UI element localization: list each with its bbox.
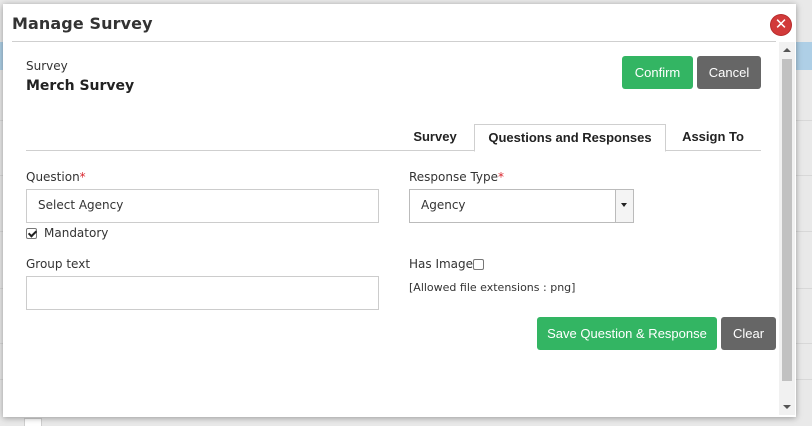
question-label: Question* xyxy=(26,170,86,184)
modal-title: Manage Survey xyxy=(12,14,153,33)
tab-assign-to[interactable]: Assign To xyxy=(673,124,753,150)
survey-caption: Survey xyxy=(26,59,68,73)
save-question-response-button[interactable]: Save Question & Response xyxy=(537,317,717,350)
tab-questions-and-responses[interactable]: Questions and Responses xyxy=(474,124,666,152)
question-label-text: Question xyxy=(26,170,80,184)
chevron-down-icon[interactable] xyxy=(615,190,633,222)
mandatory-label: Mandatory xyxy=(44,226,109,240)
group-text-label: Group text xyxy=(26,257,91,271)
manage-survey-modal: Manage Survey ✕ Survey Merch Survey Conf… xyxy=(3,4,796,417)
scroll-down-arrow-icon[interactable] xyxy=(783,405,791,409)
question-input[interactable]: Select Agency xyxy=(26,189,379,223)
close-icon[interactable]: ✕ xyxy=(771,15,791,35)
confirm-button[interactable]: Confirm xyxy=(622,56,693,89)
allowed-extensions-note: [Allowed file extensions : png] xyxy=(409,281,576,294)
mandatory-checkbox[interactable] xyxy=(26,228,37,239)
modal-scrollbar[interactable] xyxy=(779,42,795,415)
has-image-checkbox[interactable] xyxy=(473,259,484,270)
required-marker: * xyxy=(498,170,505,184)
response-type-label-text: Response Type xyxy=(409,170,499,184)
required-marker: * xyxy=(79,170,86,184)
response-type-value: Agency xyxy=(421,198,466,212)
clear-button[interactable]: Clear xyxy=(721,317,776,350)
group-text-input[interactable] xyxy=(26,276,379,310)
tab-survey[interactable]: Survey xyxy=(403,124,467,150)
modal-body: Survey Merch Survey Confirm Cancel Surve… xyxy=(3,42,776,417)
survey-name: Merch Survey xyxy=(26,78,135,94)
cancel-button[interactable]: Cancel xyxy=(697,56,761,89)
scrollbar-thumb[interactable] xyxy=(782,59,792,381)
scroll-up-arrow-icon[interactable] xyxy=(783,48,791,52)
response-type-select[interactable]: Agency xyxy=(409,189,634,223)
has-image-label: Has Image xyxy=(409,257,474,271)
response-type-label: Response Type* xyxy=(409,170,504,184)
